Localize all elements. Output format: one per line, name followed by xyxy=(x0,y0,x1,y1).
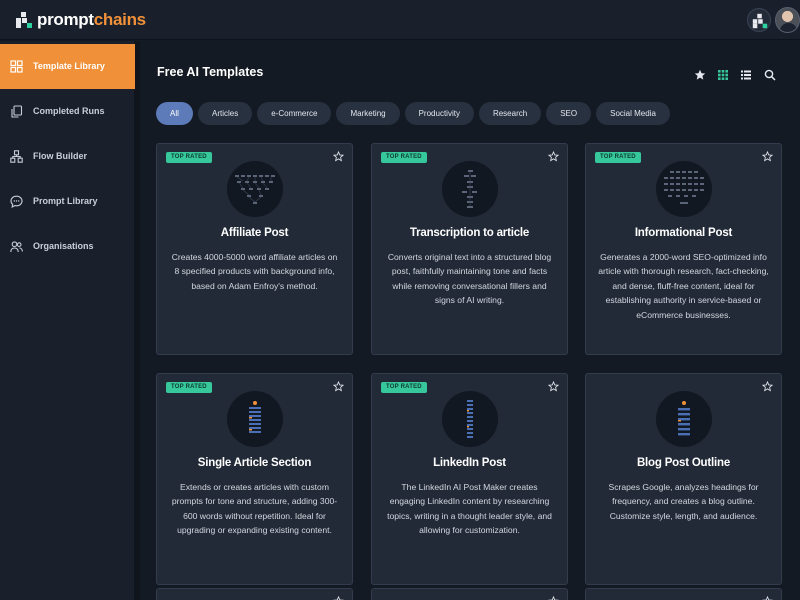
sidebar-item-completed-runs[interactable]: Completed Runs xyxy=(0,89,135,134)
top-bar: promptchains xyxy=(0,0,800,40)
users-icon xyxy=(10,241,23,253)
favorite-star-icon[interactable] xyxy=(548,596,559,600)
template-card[interactable] xyxy=(585,588,782,600)
copy-icon xyxy=(11,105,23,118)
filter-chip-all[interactable]: All xyxy=(156,102,193,125)
favorite-star-icon[interactable] xyxy=(333,596,344,600)
flow-preview-thumbnail xyxy=(442,161,498,217)
card-description: Creates 4000-5000 word affiliate article… xyxy=(171,252,338,291)
template-card-affiliate-post[interactable]: TOP RATED Affiliate Post Creates 4000-50… xyxy=(156,143,353,355)
card-title: LinkedIn Post xyxy=(433,457,506,469)
sidebar-item-organisations[interactable]: Organisations xyxy=(0,224,135,269)
filter-bar: All Articles e-Commerce Marketing Produc… xyxy=(156,102,670,125)
user-avatar[interactable] xyxy=(775,7,800,33)
favorite-star-icon[interactable] xyxy=(548,151,559,162)
template-card-linkedin-post[interactable]: TOP RATED LinkedIn Post The LinkedIn AI … xyxy=(371,373,568,585)
organisation-avatar[interactable] xyxy=(747,8,771,32)
flow-preview-thumbnail xyxy=(656,161,712,217)
grid-view-icon[interactable] xyxy=(717,69,729,81)
flow-preview-thumbnail xyxy=(656,391,712,447)
favorite-star-icon[interactable] xyxy=(548,381,559,392)
logo-mark-icon xyxy=(752,13,768,29)
card-description: Extends or creates articles with custom … xyxy=(171,482,338,536)
template-card-transcription-to-article[interactable]: TOP RATED Transcription to article Conve… xyxy=(371,143,568,355)
filter-chip-social-media[interactable]: Social Media xyxy=(596,102,670,125)
flow-graph-icon xyxy=(235,175,275,204)
filter-chip-articles[interactable]: Articles xyxy=(198,102,253,125)
sidebar-item-label: Flow Builder xyxy=(33,151,87,161)
flow-preview-thumbnail xyxy=(227,391,283,447)
logo-mark-icon xyxy=(16,12,32,28)
top-rated-badge: TOP RATED xyxy=(166,152,212,163)
favorite-star-icon[interactable] xyxy=(333,381,344,392)
template-library-icon xyxy=(10,60,23,73)
filter-chip-ecommerce[interactable]: e-Commerce xyxy=(257,102,332,125)
search-icon[interactable] xyxy=(764,69,776,81)
template-card-informational-post[interactable]: TOP RATED Informational Post Generates a… xyxy=(585,143,782,355)
main-content: Free AI Templates All Articles e-Commerc… xyxy=(140,41,800,600)
sidebar-item-prompt-library[interactable]: Prompt Library xyxy=(0,179,135,224)
card-description: Generates a 2000-word SEO-optimized info… xyxy=(598,252,769,320)
card-description: Converts original text into a structured… xyxy=(387,252,552,306)
star-icon[interactable] xyxy=(694,69,706,81)
top-rated-badge: TOP RATED xyxy=(166,382,212,393)
filter-chip-seo[interactable]: SEO xyxy=(546,102,592,125)
sidebar-item-label: Prompt Library xyxy=(33,196,98,206)
card-description: Scrapes Google, analyzes headings for fr… xyxy=(608,482,759,521)
logo-text: promptchains xyxy=(37,10,146,29)
template-card-blog-post-outline[interactable]: Blog Post Outline Scrapes Google, analyz… xyxy=(585,373,782,585)
flow-graph-icon xyxy=(462,170,477,208)
card-title: Informational Post xyxy=(634,227,733,239)
card-title: Transcription to article xyxy=(409,227,530,239)
card-title: Blog Post Outline xyxy=(636,457,731,469)
favorite-star-icon[interactable] xyxy=(762,151,773,162)
filter-chip-marketing[interactable]: Marketing xyxy=(336,102,400,125)
favorite-star-icon[interactable] xyxy=(333,151,344,162)
flow-preview-thumbnail xyxy=(442,391,498,447)
top-rated-badge: TOP RATED xyxy=(381,382,427,393)
template-card[interactable] xyxy=(156,588,353,600)
filter-chip-productivity[interactable]: Productivity xyxy=(404,102,474,125)
flow-preview-thumbnail xyxy=(227,161,283,217)
flow-graph-icon xyxy=(467,400,473,438)
template-card-single-article-section[interactable]: TOP RATED Single Article Section Extends… xyxy=(156,373,353,585)
card-description: The LinkedIn AI Post Maker creates engag… xyxy=(387,482,552,536)
flow-builder-icon xyxy=(10,150,23,163)
sidebar-item-flow-builder[interactable]: Flow Builder xyxy=(0,134,135,179)
card-title: Affiliate Post xyxy=(220,227,289,239)
favorite-star-icon[interactable] xyxy=(762,381,773,392)
top-rated-badge: TOP RATED xyxy=(595,152,641,163)
top-rated-badge: TOP RATED xyxy=(381,152,427,163)
flow-graph-icon xyxy=(678,401,690,436)
sidebar: Template Library Completed Runs Flow Bui… xyxy=(0,41,135,600)
sidebar-item-label: Organisations xyxy=(33,241,94,251)
template-card[interactable] xyxy=(371,588,568,600)
sidebar-item-label: Completed Runs xyxy=(33,106,105,116)
sidebar-item-label: Template Library xyxy=(33,61,105,71)
flow-graph-icon xyxy=(249,401,261,433)
card-title: Single Article Section xyxy=(197,457,312,469)
filter-chip-research[interactable]: Research xyxy=(478,102,542,125)
favorite-star-icon[interactable] xyxy=(762,596,773,600)
sidebar-item-template-library[interactable]: Template Library xyxy=(0,44,135,89)
chat-bubble-icon xyxy=(10,195,23,208)
list-view-icon[interactable] xyxy=(740,69,752,81)
page-title: Free AI Templates xyxy=(157,65,264,79)
flow-graph-icon xyxy=(664,171,704,204)
logo[interactable]: promptchains xyxy=(16,10,146,30)
